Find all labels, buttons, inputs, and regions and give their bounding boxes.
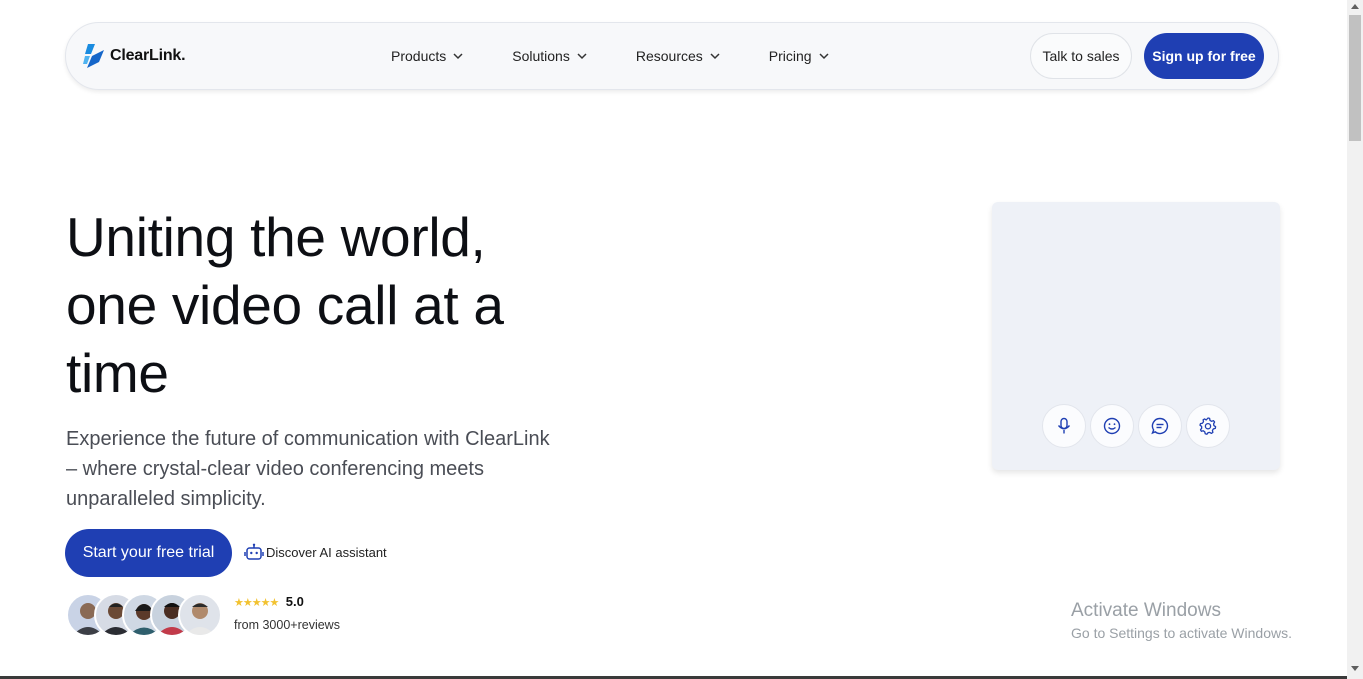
settings-icon	[1199, 417, 1217, 435]
nav-item-solutions[interactable]: Solutions	[512, 48, 588, 64]
reviews-count: from 3000+reviews	[234, 618, 340, 632]
watermark-subtitle: Go to Settings to activate Windows.	[1071, 625, 1292, 641]
ai-link-label: Discover AI assistant	[266, 544, 387, 560]
nav-item-label: Resources	[635, 48, 703, 64]
chevron-down-icon	[453, 53, 463, 60]
nav-item-label: Pricing	[768, 48, 812, 64]
video-call-preview	[992, 202, 1280, 470]
main-menu: Products Solutions Resources Pricing	[391, 23, 878, 89]
rating-score: 5.0	[285, 594, 304, 609]
sign-up-button[interactable]: Sign up for free	[1144, 33, 1264, 79]
nav-item-resources[interactable]: Resources	[636, 48, 721, 64]
robot-icon	[244, 543, 264, 560]
talk-to-sales-button[interactable]: Talk to sales	[1030, 33, 1132, 79]
emoji-icon	[1103, 417, 1121, 435]
brand-logo[interactable]: ClearLink.	[82, 42, 186, 70]
hero-subtitle: Experience the future of communication w…	[66, 428, 550, 510]
chevron-down-icon	[819, 53, 829, 60]
star-rating-icon: ★★★★★	[234, 597, 279, 609]
chat-icon	[1151, 417, 1169, 435]
scroll-down-arrow-icon[interactable]	[1351, 666, 1359, 671]
nav-item-label: Solutions	[512, 48, 570, 64]
nav-item-products[interactable]: Products	[391, 48, 464, 64]
nav-item-pricing[interactable]: Pricing	[769, 48, 830, 64]
chevron-down-icon	[577, 53, 587, 60]
scroll-up-arrow-icon[interactable]	[1351, 4, 1359, 9]
scrollbar-thumb[interactable]	[1349, 15, 1361, 141]
rating-summary: ★★★★★ 5.0	[234, 593, 304, 611]
microphone-icon	[1057, 417, 1071, 434]
start-free-trial-button[interactable]: Start your free trial	[65, 529, 232, 577]
settings-button[interactable]	[1186, 404, 1230, 448]
vertical-scrollbar[interactable]	[1347, 0, 1363, 679]
discover-ai-assistant-link[interactable]: Discover AI assistant	[244, 543, 387, 561]
brand-name: ClearLink.	[110, 47, 186, 64]
emoji-button[interactable]	[1090, 404, 1134, 448]
avatar	[178, 593, 222, 637]
nav-item-label: Products	[391, 48, 447, 64]
watermark-title: Activate Windows	[1071, 600, 1221, 621]
activate-windows-watermark: Activate Windows Go to Settings to activ…	[1071, 600, 1292, 641]
hero-title: Uniting the world, one video call at a t…	[66, 206, 504, 404]
chat-button[interactable]	[1138, 404, 1182, 448]
microphone-button[interactable]	[1042, 404, 1086, 448]
top-navbar: ClearLink. Products Solutions Resources …	[65, 22, 1279, 90]
chevron-down-icon	[710, 53, 720, 60]
clearlink-logo-icon	[83, 44, 104, 68]
